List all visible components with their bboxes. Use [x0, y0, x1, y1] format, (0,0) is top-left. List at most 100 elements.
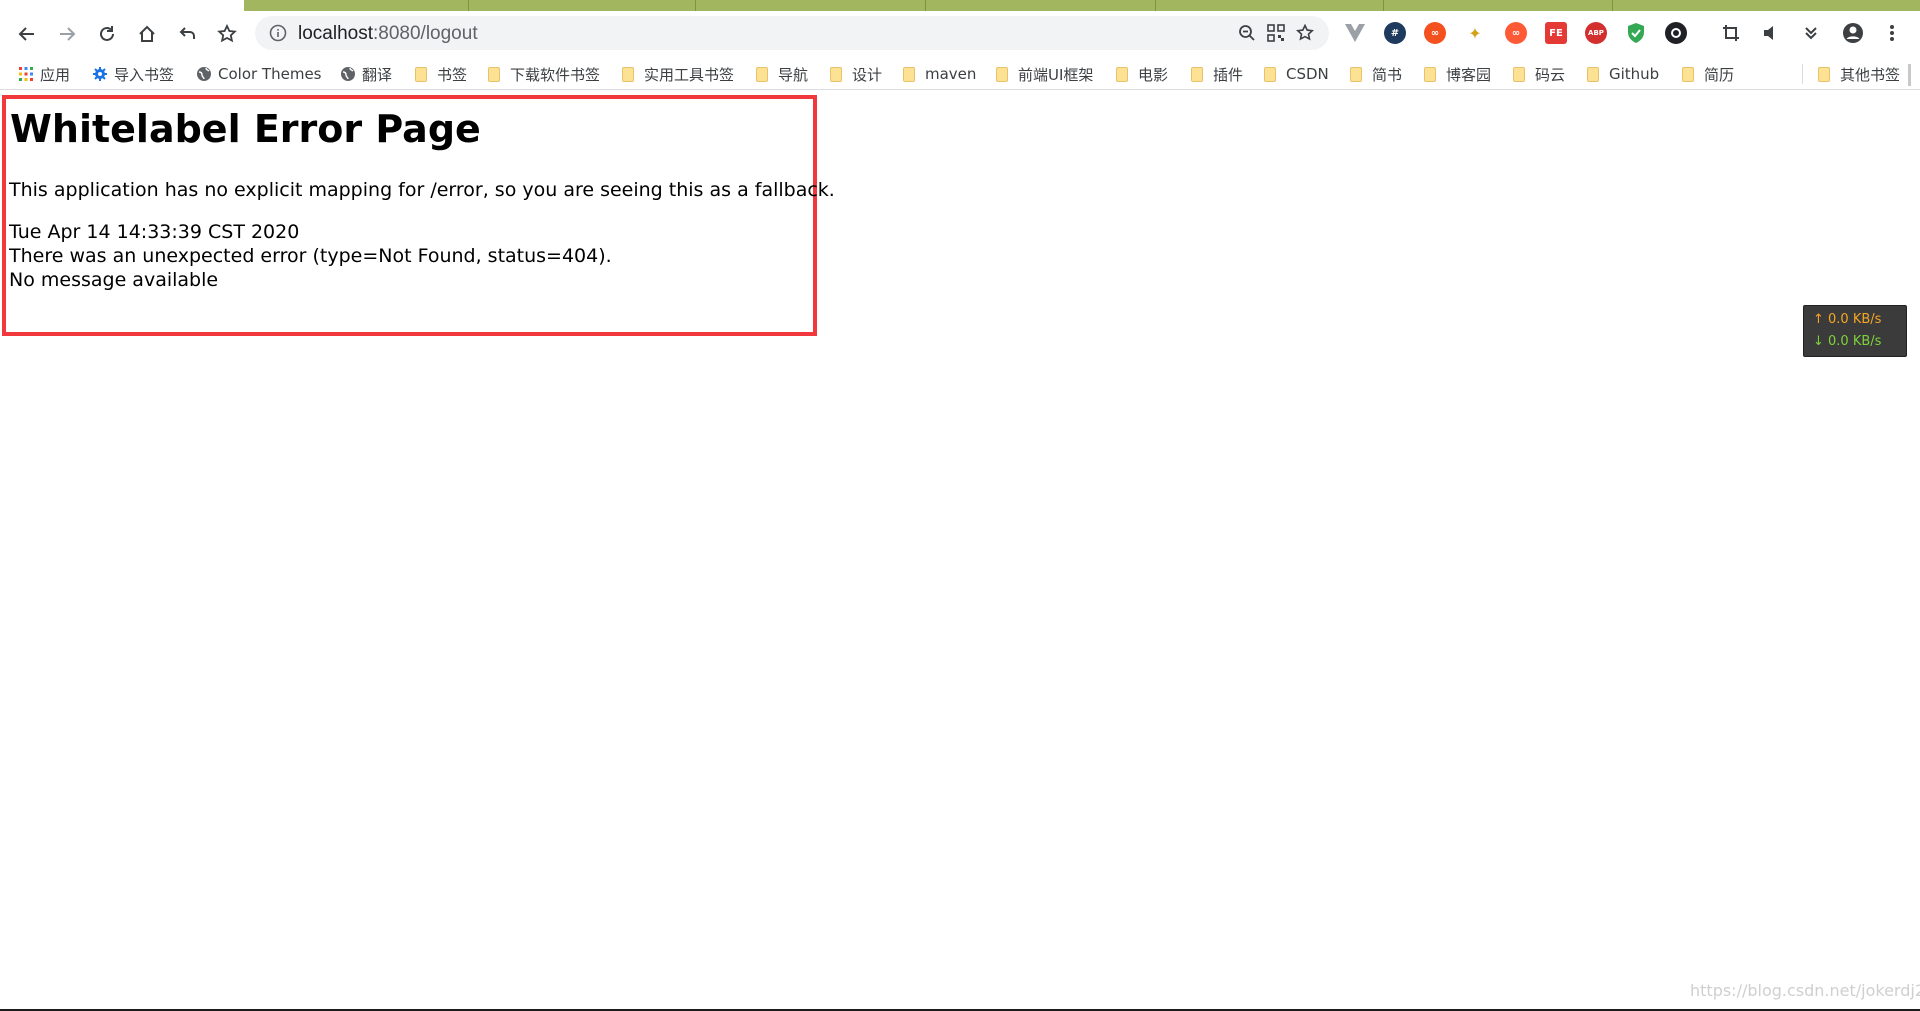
address-bar[interactable]: localhost:8080/logout: [255, 16, 1329, 50]
folder-icon: [1682, 66, 1694, 82]
fe-helper-icon[interactable]: FE: [1545, 22, 1567, 44]
adblock-plus-icon[interactable]: ABP: [1585, 22, 1607, 44]
star-icon[interactable]: [1296, 24, 1314, 42]
forward-button[interactable]: [52, 19, 82, 49]
bookmark-label: 导航: [778, 65, 809, 84]
bookmark-other-folder[interactable]: 其他书签: [1818, 64, 1900, 84]
tab-separator: [695, 0, 696, 11]
tab-separator: [1612, 0, 1613, 11]
folder-icon: [1587, 66, 1599, 82]
bookmark-star-button[interactable]: [212, 19, 242, 49]
arrow-left-icon: [18, 27, 34, 41]
qr-code-icon[interactable]: [1267, 24, 1285, 42]
folder-icon: [1424, 66, 1436, 82]
reload-button[interactable]: [92, 19, 122, 49]
watermark: https://blog.csdn.net/jokerdj233: [1690, 981, 1920, 1000]
bookmark-label: 实用工具书签: [644, 65, 735, 84]
download-speed: ↓ 0.0 KB/s: [1813, 334, 1882, 349]
folder-icon: [996, 66, 1008, 82]
bookmark-label: 应用: [40, 65, 71, 84]
error-description: This application has no explicit mapping…: [9, 179, 835, 201]
folder-icon: [1350, 66, 1362, 82]
star-icon: [217, 24, 237, 43]
bookmarks-overflow-edge: [1908, 64, 1911, 86]
globe-icon: [197, 67, 211, 81]
bookmark-color-themes[interactable]: Color Themes: [196, 64, 321, 84]
bookmark-label: 书签: [437, 65, 468, 84]
arrow-right-icon: [60, 27, 76, 41]
gear-icon: [93, 67, 107, 81]
zoom-icon[interactable]: [1238, 24, 1256, 42]
shield-check-icon[interactable]: [1625, 22, 1647, 44]
error-detail: There was an unexpected error (type=Not …: [9, 245, 612, 267]
tab-strip: [0, 0, 1920, 11]
bookmark-folder[interactable]: Github: [1587, 64, 1659, 84]
bookmark-folder[interactable]: 插件: [1191, 64, 1243, 84]
folder-icon: [1264, 66, 1276, 82]
bookmark-folder[interactable]: 书签: [415, 64, 467, 84]
infinity-extension-icon[interactable]: ∞: [1424, 22, 1446, 44]
vue-devtools-icon[interactable]: [1344, 22, 1366, 44]
profile-avatar-icon[interactable]: [1842, 22, 1864, 44]
browser-toolbar: localhost:8080/logout # ∞ ✦ ∞ FE ABP: [0, 11, 1920, 55]
bookmark-translate[interactable]: 翻译: [340, 64, 392, 84]
bookmark-apps[interactable]: 应用: [18, 64, 70, 84]
folder-icon: [903, 66, 915, 82]
folder-icon: [622, 66, 634, 82]
page-title: Whitelabel Error Page: [10, 107, 481, 151]
page-content: Whitelabel Error Page This application h…: [0, 91, 1920, 1011]
info-icon[interactable]: [269, 24, 287, 42]
hash-extension-icon[interactable]: #: [1384, 22, 1406, 44]
folder-icon: [830, 66, 842, 82]
bookmark-folder[interactable]: maven: [903, 64, 976, 84]
circle-extension-icon[interactable]: [1665, 22, 1687, 44]
url-text[interactable]: localhost:8080/logout: [298, 23, 478, 45]
network-speed-monitor[interactable]: ↑ 0.0 KB/s ↓ 0.0 KB/s: [1803, 305, 1907, 357]
bookmarks-separator: [1802, 64, 1803, 84]
home-icon: [139, 25, 155, 42]
bookmark-folder[interactable]: 简书: [1350, 64, 1402, 84]
bookmarks-bar: 应用 导入书签 Color Themes 翻译 书签 下载软件书签 实用工具书签…: [0, 58, 1920, 90]
bookmark-folder[interactable]: CSDN: [1264, 64, 1329, 84]
mute-tab-icon[interactable]: [1760, 22, 1782, 44]
bookmark-folder[interactable]: 电影: [1116, 64, 1168, 84]
bookmark-label: Color Themes: [218, 65, 322, 83]
bookmark-label: 简历: [1704, 65, 1735, 84]
active-tab-bar[interactable]: [244, 0, 1920, 11]
tab-separator: [925, 0, 926, 11]
chevron-down-double-icon[interactable]: [1800, 22, 1822, 44]
bookmark-label: 插件: [1213, 65, 1244, 84]
bookmark-import[interactable]: 导入书签: [92, 64, 174, 84]
tampermonkey-like-icon[interactable]: ✦: [1464, 22, 1486, 44]
bookmark-label: maven: [925, 65, 977, 83]
folder-icon: [488, 66, 500, 82]
bookmark-folder[interactable]: 实用工具书签: [622, 64, 734, 84]
url-host: localhost: [298, 23, 373, 44]
bookmark-folder[interactable]: 导航: [756, 64, 808, 84]
infinity-newtab-icon[interactable]: ∞: [1505, 22, 1527, 44]
url-path: :8080/logout: [373, 23, 478, 44]
bookmark-label: 前端UI框架: [1018, 65, 1094, 84]
bookmark-folder[interactable]: 前端UI框架: [996, 64, 1093, 84]
tab-separator: [468, 0, 469, 11]
folder-icon: [756, 66, 768, 82]
error-message: No message available: [9, 269, 219, 291]
globe-icon: [341, 67, 355, 81]
back-button[interactable]: [12, 19, 42, 49]
undo-close-tab-button[interactable]: [172, 19, 202, 49]
bookmark-folder[interactable]: 下载软件书签: [488, 64, 600, 84]
bookmark-label: 简书: [1372, 65, 1403, 84]
crop-extension-icon[interactable]: [1720, 22, 1742, 44]
bookmark-folder[interactable]: 博客园: [1424, 64, 1491, 84]
bookmark-label: 导入书签: [114, 65, 175, 84]
bookmark-folder[interactable]: 设计: [830, 64, 882, 84]
more-menu-icon[interactable]: [1881, 22, 1903, 44]
bookmark-label: 翻译: [362, 65, 393, 84]
bookmark-label: Github: [1609, 65, 1660, 83]
folder-icon: [1513, 66, 1525, 82]
bookmark-folder[interactable]: 码云: [1513, 64, 1565, 84]
bookmark-label: 下载软件书签: [510, 65, 601, 84]
bookmark-folder[interactable]: 简历: [1682, 64, 1734, 84]
tab-separator: [1155, 0, 1156, 11]
home-button[interactable]: [132, 19, 162, 49]
